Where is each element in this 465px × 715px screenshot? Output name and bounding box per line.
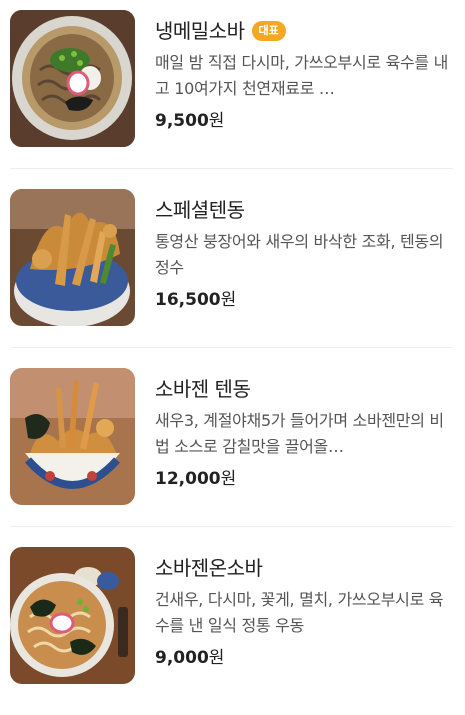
menu-item-description: 매일 밤 직접 다시마, 가쓰오부시로 육수를 내고 10여가지 천연재료로 … [155,53,449,98]
price-unit: 원 [208,648,225,668]
menu-item-info: 소바젠 텐동 새우3, 계절야채5가 들어가며 소바젠만의 비법 소스로 감칠맛… [155,372,453,492]
menu-item-name: 소바젠온소바 [155,555,263,580]
divider [10,526,453,527]
menu-item-photo[interactable] [10,189,135,326]
divider [10,168,453,169]
special-tendon-photo [10,189,135,326]
menu-item-price: 12,000원 [155,466,453,492]
menu-item-price: 9,000원 [155,645,453,671]
price-number: 9,000 [155,648,209,668]
menu-item-sobazen-warm-soba[interactable]: 소바젠온소바 건새우, 다시마, 꽃게, 멸치, 가쓰오부시로 육수를 낸 일식… [0,537,465,715]
divider [10,347,453,348]
menu-item-price: 9,500원 [155,108,453,134]
price-number: 16,500 [155,290,221,310]
menu-item-info: 냉메밀소바 대표 매일 밤 직접 다시마, 가쓰오부시로 육수를 내고 10여가… [155,14,453,134]
menu-item-title-row: 냉메밀소바 대표 [155,14,453,44]
sobazen-tendon-photo [10,368,135,505]
price-unit: 원 [208,111,225,131]
menu-item-photo[interactable] [10,547,135,684]
price-number: 12,000 [155,469,221,489]
menu-item-info: 스페셜텐동 통영산 붕장어와 새우의 바삭한 조화, 텐동의 정수 16,500… [155,193,453,313]
menu-item-photo[interactable] [10,368,135,505]
menu-item-description: 새우3, 계절야채5가 들어가며 소바젠만의 비법 소스로 감칠맛을 끌어올… [155,411,444,456]
menu-item-name: 스페셜텐동 [155,197,245,222]
warm-soba-photo [10,547,135,684]
menu-item-title-row: 소바젠온소바 [155,551,453,581]
menu-item-title-row: 스페셜텐동 [155,193,453,223]
menu-item-name: 소바젠 텐동 [155,376,251,401]
menu-item-cold-soba[interactable]: 냉메밀소바 대표 매일 밤 직접 다시마, 가쓰오부시로 육수를 내고 10여가… [0,0,465,178]
menu-list: 냉메밀소바 대표 매일 밤 직접 다시마, 가쓰오부시로 육수를 내고 10여가… [0,0,465,700]
price-number: 9,500 [155,111,209,131]
menu-item-description: 건새우, 다시마, 꽃게, 멸치, 가쓰오부시로 육수를 낸 일식 정통 우동 [155,590,444,635]
cold-soba-photo [10,10,135,147]
menu-item-special-tendon[interactable]: 스페셜텐동 통영산 붕장어와 새우의 바삭한 조화, 텐동의 정수 16,500… [0,179,465,357]
menu-item-info: 소바젠온소바 건새우, 다시마, 꽃게, 멸치, 가쓰오부시로 육수를 낸 일식… [155,551,453,671]
signature-badge: 대표 [251,21,286,41]
menu-item-title-row: 소바젠 텐동 [155,372,453,402]
menu-item-name: 냉메밀소바 [155,18,245,43]
menu-item-photo[interactable] [10,10,135,147]
menu-item-description: 통영산 붕장어와 새우의 바삭한 조화, 텐동의 정수 [155,232,444,277]
price-unit: 원 [220,469,237,489]
menu-item-sobazen-tendon[interactable]: 소바젠 텐동 새우3, 계절야채5가 들어가며 소바젠만의 비법 소스로 감칠맛… [0,358,465,536]
menu-item-price: 16,500원 [155,287,453,313]
price-unit: 원 [220,290,237,310]
